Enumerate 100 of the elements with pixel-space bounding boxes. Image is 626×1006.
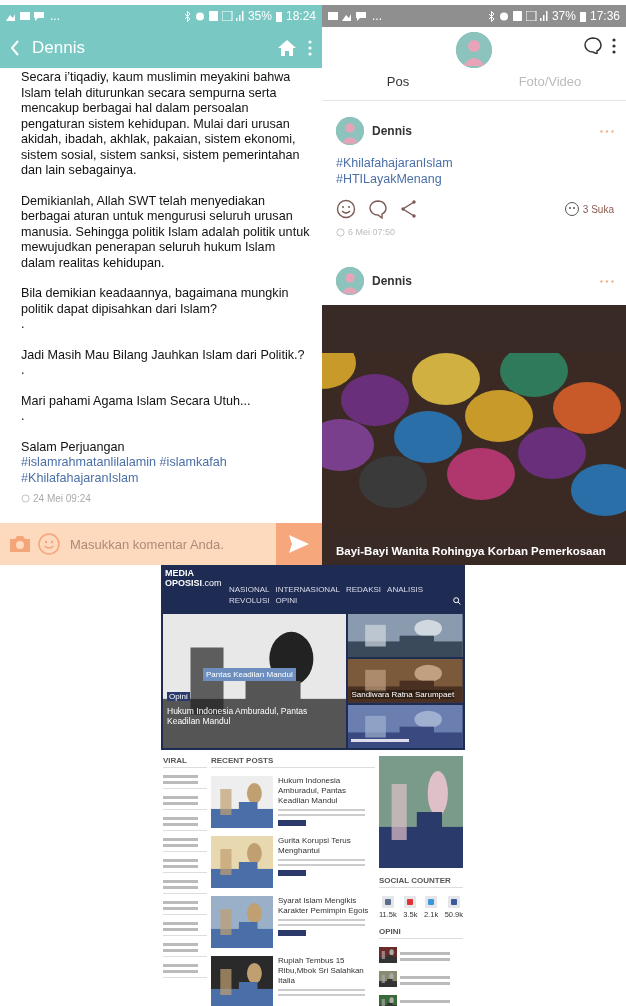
chat-bubble-icon[interactable] xyxy=(584,37,602,54)
post-title[interactable]: Gurita Korupsi Terus Menghantui xyxy=(278,836,375,856)
blurred-text-line xyxy=(163,823,199,826)
blurred-text-line xyxy=(163,844,199,847)
profile-tab[interactable]: Pos xyxy=(322,70,474,93)
social-icon[interactable] xyxy=(425,896,438,908)
site-logo-text[interactable]: MEDIA xyxy=(165,568,223,578)
comment-icon[interactable] xyxy=(368,199,388,219)
notification-icons-drawing xyxy=(6,11,46,21)
hashtag-link[interactable]: #KhilafahajaranIslam xyxy=(21,470,139,485)
hashtag-link[interactable]: #KhilafahajaranIslam xyxy=(336,156,453,170)
social-icon[interactable] xyxy=(447,896,460,908)
bluetooth-icon xyxy=(183,10,191,22)
blurred-text-line xyxy=(400,976,450,979)
blurred-text-line xyxy=(163,802,199,805)
blurred-text-line xyxy=(400,1000,450,1003)
send-icon xyxy=(289,535,309,553)
post-title[interactable]: Hukum Indonesia Amburadul, Pantas Keadilan Mandul xyxy=(278,776,375,806)
section-title: SOCIAL COUNTER xyxy=(379,876,463,888)
blurred-text-line xyxy=(163,775,199,778)
section-title: OPINI xyxy=(379,927,463,939)
post-text: Bila demikian keadaannya, bagaimana mungkin politik dapat dipisahkan dari Islam? xyxy=(21,286,290,317)
more-icon[interactable] xyxy=(600,279,614,283)
post-text: Mari pahami Agama Islam Secara Utuh... xyxy=(21,393,252,409)
blurred-text-line xyxy=(163,796,199,799)
battery-percent: 35% xyxy=(247,9,272,23)
blurred-text-line xyxy=(163,838,199,841)
home-icon[interactable] xyxy=(278,39,296,56)
camera-icon[interactable] xyxy=(10,536,30,552)
comment-bar[interactable]: Masukkan komentar Anda. xyxy=(0,523,322,565)
share-icon[interactable] xyxy=(400,200,416,218)
picture-caption: Bayi-Bayi Wanita Rohingya Korban Pemerkosaan xyxy=(335,544,607,558)
more-notifications-text: ... xyxy=(372,9,382,23)
blurred-text-line xyxy=(163,907,199,910)
hashtag-link[interactable]: #HTILayakMenang xyxy=(336,172,442,186)
more-icon[interactable] xyxy=(600,129,614,133)
blurred-text-line xyxy=(163,922,199,925)
search-icon[interactable] xyxy=(453,596,461,605)
battery-icon xyxy=(275,10,282,22)
reaction-icon xyxy=(563,202,580,216)
section-title: VIRAL xyxy=(163,756,207,768)
social-icon[interactable] xyxy=(404,896,417,908)
blurred-text-line xyxy=(163,970,199,973)
blurred-text-line xyxy=(163,865,199,868)
post-text: . xyxy=(21,363,26,379)
nav-link[interactable]: ANALISIS xyxy=(387,585,424,594)
blurred-text-line xyxy=(163,817,199,820)
menu-icon[interactable] xyxy=(612,37,616,54)
hashtag-link[interactable]: #islamrahmatanlilalamin xyxy=(21,455,157,469)
hashtag-link[interactable]: #islamkafah xyxy=(159,455,227,469)
blurred-text-line xyxy=(163,859,199,862)
blurred-text-line xyxy=(351,739,409,742)
chat-title: Dennis xyxy=(32,37,86,58)
post-text: Demikianlah, Allah SWT telah menyediakan berbagai aturan untuk mengurusi seluruh urusan manusia. Sehingga politik Islam adalah politik untuk mewujudkan penerapan seluruh hukum Islam dalam realitas kehidupan. xyxy=(21,193,311,271)
section-title: RECENT POSTS xyxy=(211,756,375,768)
blurred-text-line xyxy=(400,958,450,961)
signal-icon xyxy=(525,11,548,21)
battery-icon xyxy=(579,10,586,22)
social-icon[interactable] xyxy=(381,896,394,908)
blurred-text-line xyxy=(163,964,199,967)
back-icon[interactable] xyxy=(10,39,20,56)
like-count[interactable]: 3 Suka xyxy=(582,203,614,215)
blurred-text-line xyxy=(163,901,199,904)
blurred-text-line xyxy=(163,943,199,946)
blurred-text-line xyxy=(163,949,199,952)
nav-link[interactable]: INTERNASIONAL xyxy=(275,585,340,594)
avatar[interactable] xyxy=(336,267,364,295)
blurred-text-line xyxy=(163,880,199,883)
bluetooth-icon xyxy=(487,10,495,22)
nav-link[interactable]: NASIONAL xyxy=(229,585,270,594)
author-name[interactable]: Dennis xyxy=(372,274,592,288)
emoji-icon[interactable] xyxy=(38,533,60,555)
blurred-text-line xyxy=(400,982,450,985)
battery-percent: 37% xyxy=(551,9,576,23)
signal-icon xyxy=(221,11,244,21)
tile-headline[interactable]: Sandiwara Ratna Sarumpaet xyxy=(351,689,455,699)
post-title[interactable]: Rupiah Tembus 15 Ribu,Mbok Sri Salahkan Italia xyxy=(278,956,375,986)
notification-icons-drawing xyxy=(328,11,368,21)
clock-time: 17:36 xyxy=(589,9,620,23)
author-name[interactable]: Dennis xyxy=(372,124,592,138)
nav-link[interactable]: REVOLUSI xyxy=(229,596,270,605)
post-text: Salam Perjuangan xyxy=(21,439,126,455)
avatar[interactable] xyxy=(456,32,492,68)
clock-time: 18:24 xyxy=(285,9,316,23)
more-notifications-text: ... xyxy=(50,9,60,23)
blurred-text-line xyxy=(400,952,450,955)
blurred-text-line xyxy=(163,781,199,784)
post-timestamp: 6 Mei 07:50 xyxy=(348,227,396,237)
avatar[interactable] xyxy=(336,117,364,145)
send-button[interactable] xyxy=(276,523,322,565)
post-text: Jadi Masih Mau Bilang Jauhkan Islam dari Politik.? xyxy=(21,347,306,363)
nav-link[interactable]: OPINI xyxy=(275,596,298,605)
post-text: . xyxy=(21,317,26,333)
post-text: Secara i’tiqadiy, kaum muslimin meyakini bahwa Islam telah diturunkan secara sempurna serta mencakup berbagai hal dalam persoalan pengaturan sistem kehidupan. Mulai dari urusan akidah, ibadah, akhlak, pakaian, sistem ekonomi, sistem sosial, sistem sanksi, sistem pemerintahan dan lain sebagainya. xyxy=(21,70,301,179)
smiley-icon[interactable] xyxy=(336,199,356,219)
nav-link[interactable]: REDAKSI xyxy=(345,585,382,594)
blurred-text-line xyxy=(163,928,199,931)
post-title[interactable]: Syarat Islam Mengikis Karakter Pemimpin Egois xyxy=(278,896,375,916)
post-timestamp: 24 Mei 09:24 xyxy=(33,492,91,506)
site-logo-text[interactable]: OPOSISI.com xyxy=(165,578,223,588)
